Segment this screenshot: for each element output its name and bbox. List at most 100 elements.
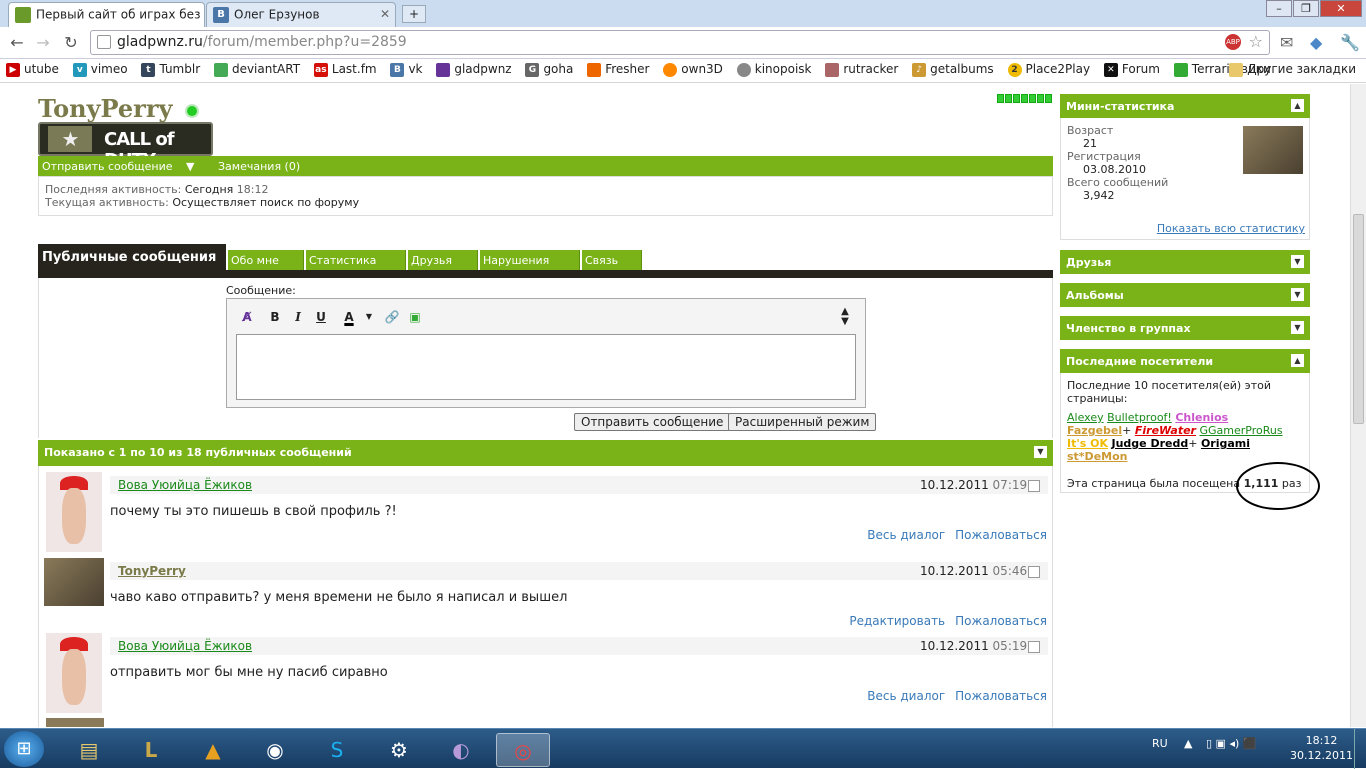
visitor-link[interactable]: FireWater <box>1135 424 1196 437</box>
address-bar[interactable]: gladpwnz.ru/forum/member.php?u=2859 ABP … <box>90 30 1270 55</box>
friends-header[interactable]: Друзья ▼ <box>1060 250 1310 274</box>
insert-image-icon[interactable]: ▣ <box>405 307 425 327</box>
tab-about[interactable]: Обо мне <box>228 250 304 270</box>
visitor-link[interactable]: Chlenios <box>1175 411 1228 424</box>
bookmark-utube[interactable]: ▶ utube <box>6 62 59 77</box>
back-icon[interactable]: ← <box>6 33 28 53</box>
bookmark-place2play[interactable]: 2 Place2Play <box>1007 62 1090 77</box>
remove-format-icon[interactable]: A̸ <box>237 307 257 327</box>
tab-violations[interactable]: Нарушения <box>480 250 580 270</box>
gmail-icon[interactable]: ✉ <box>1280 33 1293 52</box>
remarks-link[interactable]: Замечания (0) <box>218 160 300 173</box>
close-window-icon[interactable]: ✕ <box>1320 0 1362 17</box>
collapse-icon[interactable]: ▲ <box>1291 99 1304 112</box>
visitor-link[interactable]: st*DeMon <box>1067 450 1127 463</box>
italic-icon[interactable]: I <box>288 307 308 327</box>
bookmark-forum[interactable]: ✕ Forum <box>1103 62 1160 77</box>
scrollbar-thumb[interactable] <box>1353 214 1364 424</box>
tab-statistics[interactable]: Статистика <box>306 250 406 270</box>
dialog-link[interactable]: Весь диалог <box>867 528 945 542</box>
page-scrollbar[interactable] <box>1350 84 1366 727</box>
new-tab-button[interactable]: + <box>402 5 426 23</box>
visitor-link[interactable]: Fazgebel <box>1067 424 1122 437</box>
maximize-icon[interactable]: ❐ <box>1293 0 1319 17</box>
collapse-icon[interactable]: ▼ <box>1034 446 1047 458</box>
edit-link[interactable]: Редактировать <box>849 614 945 628</box>
skype-icon[interactable]: S <box>310 733 364 767</box>
browser-tab-1[interactable]: Первый сайт об играх без <box>8 2 205 27</box>
minimize-icon[interactable]: – <box>1266 0 1292 17</box>
bookmark-fresher[interactable]: Fresher <box>587 62 649 77</box>
resize-icon[interactable]: ▲ ▼ <box>835 307 855 327</box>
albums-header[interactable]: Альбомы ▼ <box>1060 283 1310 307</box>
visitor-link[interactable]: Judge Dredd <box>1111 437 1188 450</box>
bookmark-deviantart[interactable]: deviantART <box>213 62 300 77</box>
visitor-link[interactable]: Origami <box>1201 437 1250 450</box>
close-tab-icon[interactable]: ✕ <box>380 7 390 21</box>
browser-tab-2[interactable]: B Олег Ерзунов ✕ <box>206 2 396 27</box>
visitor-link[interactable]: Bulletproof! <box>1107 411 1172 424</box>
report-link[interactable]: Пожаловаться <box>955 528 1047 542</box>
message-author-link[interactable]: TonyPerry <box>118 564 186 578</box>
forward-icon[interactable]: → <box>32 33 54 53</box>
visitor-link[interactable]: Alexey <box>1067 411 1104 424</box>
send-message-button[interactable]: Отправить сообщение <box>574 413 731 431</box>
report-link[interactable]: Пожаловаться <box>955 614 1047 628</box>
send-message-menu[interactable]: Отправить сообщение ▼ <box>42 160 205 173</box>
extension-icon[interactable]: ◆ <box>1310 33 1322 52</box>
teamspeak-icon[interactable]: ◉ <box>248 733 302 767</box>
wrench-icon[interactable]: 🔧 <box>1340 33 1360 52</box>
chrome-icon[interactable]: ◎ <box>496 733 550 767</box>
language-indicator[interactable]: RU <box>1152 737 1168 750</box>
league-of-legends-icon[interactable]: L <box>124 733 178 767</box>
start-button-icon[interactable]: ⊞ <box>4 731 44 767</box>
other-bookmarks[interactable]: Другие закладки <box>1229 62 1356 77</box>
aimp-icon[interactable]: ▲ <box>186 733 240 767</box>
visitor-link[interactable]: It's OK <box>1067 437 1108 450</box>
underline-icon[interactable]: U <box>311 307 331 327</box>
torrent-icon[interactable]: ◐ <box>434 733 488 767</box>
message-author-link[interactable]: Вова Уюийца Ёжиков <box>118 478 252 492</box>
bold-icon[interactable]: B <box>265 307 285 327</box>
show-desktop-button[interactable] <box>1354 729 1366 769</box>
steam-icon[interactable]: ⚙ <box>372 733 426 767</box>
tray-arrow-icon[interactable]: ▲ <box>1184 737 1192 750</box>
message-checkbox[interactable] <box>1028 566 1040 578</box>
bookmark-own3d[interactable]: own3D <box>663 62 723 77</box>
bookmark-star-icon[interactable]: ☆ <box>1249 32 1263 51</box>
groups-header[interactable]: Членство в группах ▼ <box>1060 316 1310 340</box>
tray-icons[interactable]: ▯ ▣ ◂) ⬛ <box>1206 737 1256 750</box>
message-author-link[interactable]: Вова Уюийца Ёжиков <box>118 639 252 653</box>
show-all-stats-link[interactable]: Показать всю статистику <box>1157 222 1305 235</box>
report-link[interactable]: Пожаловаться <box>955 689 1047 703</box>
expand-icon[interactable]: ▼ <box>1291 321 1304 334</box>
message-textarea[interactable] <box>236 334 856 400</box>
bookmark-getalbums[interactable]: ♪ getalbums <box>912 62 994 77</box>
tab-contact[interactable]: Связь <box>582 250 642 270</box>
bookmark-kinopoisk[interactable]: kinopoisk <box>736 62 811 77</box>
bookmark-tumblr[interactable]: t Tumblr <box>141 62 200 77</box>
message-checkbox[interactable] <box>1028 480 1040 492</box>
bookmark-rutracker[interactable]: rutracker <box>825 62 898 77</box>
color-dropdown-icon[interactable]: ▼ <box>359 307 379 327</box>
bookmark-vk[interactable]: Bvk <box>390 62 423 77</box>
explorer-icon[interactable]: ▤ <box>62 733 116 767</box>
expand-icon[interactable]: ▼ <box>1291 288 1304 301</box>
text-color-icon[interactable]: A <box>339 307 359 327</box>
reload-icon[interactable]: ↻ <box>60 33 82 53</box>
visitor-link[interactable]: GGamerProRus <box>1199 424 1282 437</box>
adblock-icon[interactable]: ABP <box>1225 34 1241 50</box>
bookmark-vimeo[interactable]: v vimeo <box>72 62 128 77</box>
tab-friends[interactable]: Друзья <box>408 250 478 270</box>
message-checkbox[interactable] <box>1028 641 1040 653</box>
bookmark-gladpwnz[interactable]: gladpwnz <box>436 62 512 77</box>
bookmark-lastfm[interactable]: as Last.fm <box>313 62 377 77</box>
insert-link-icon[interactable]: 🔗 <box>382 307 402 327</box>
mini-stats-header[interactable]: Мини-статистика ▲ <box>1060 94 1310 118</box>
bookmark-goha[interactable]: Ggoha <box>525 62 573 77</box>
clock[interactable]: 18:12 30.12.2011 <box>1290 733 1353 763</box>
advanced-mode-button[interactable]: Расширенный режим <box>728 413 877 431</box>
collapse-icon[interactable]: ▲ <box>1291 354 1304 367</box>
dialog-link[interactable]: Весь диалог <box>867 689 945 703</box>
visitors-header[interactable]: Последние посетители ▲ <box>1060 349 1310 373</box>
